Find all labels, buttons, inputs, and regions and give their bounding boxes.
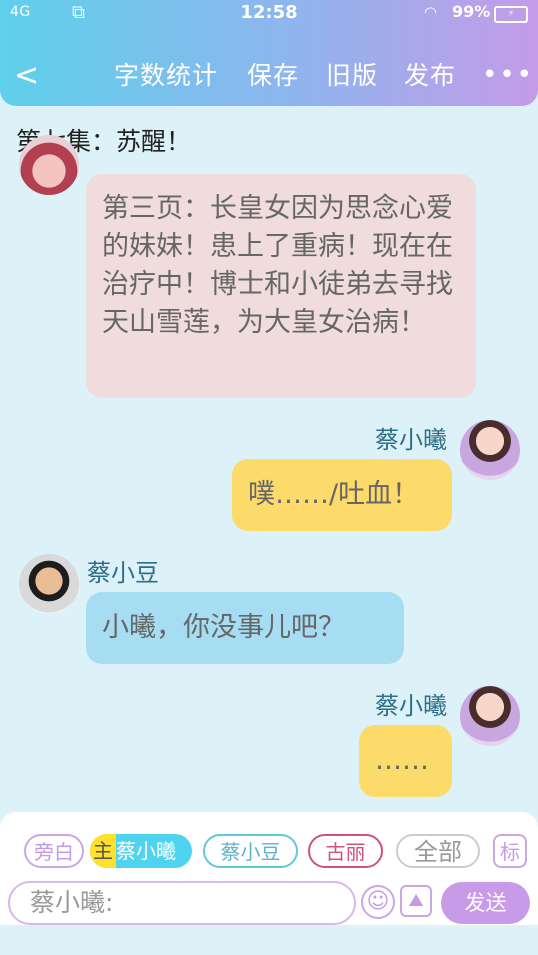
avatar — [460, 686, 520, 746]
message-bubble[interactable]: 第三页：长皇女因为思念心爱的妹妹！患上了重病！现在在治疗中！博士和小徒弟去寻找天… — [86, 174, 476, 398]
publish-button[interactable]: 发布 — [404, 60, 456, 92]
sender-name: 蔡小豆 — [87, 559, 159, 587]
role-guli-button[interactable]: 古丽 — [308, 834, 383, 868]
sender-name: 蔡小曦 — [375, 692, 447, 720]
message-bubble[interactable]: …… — [359, 725, 452, 797]
mark-button[interactable]: 标 — [493, 834, 527, 868]
image-icon[interactable]: ⛰ — [400, 885, 432, 917]
battery-icon: ⚡ — [494, 6, 528, 23]
avatar — [19, 135, 79, 195]
message-bubble[interactable]: 噗……/吐血！ — [232, 459, 452, 531]
status-bar: 4G ⧉ 12:58 ◠ 99% ⚡ — [0, 0, 538, 28]
role-narration-button[interactable]: 旁白 — [24, 834, 84, 868]
role-main-button[interactable]: 主蔡小曦 — [90, 834, 192, 868]
back-button[interactable]: < — [14, 58, 42, 94]
sender-name: 蔡小曦 — [375, 426, 447, 454]
message-input[interactable]: 蔡小曦: — [8, 881, 356, 925]
old-version-button[interactable]: 旧版 — [326, 60, 378, 92]
more-button[interactable]: ••• — [482, 60, 534, 90]
main-role-name: 蔡小曦 — [116, 839, 176, 863]
role-dou-button[interactable]: 蔡小豆 — [203, 834, 298, 868]
main-role-tag: 主 — [90, 834, 116, 868]
avatar — [460, 420, 520, 480]
bottom-strip — [0, 925, 538, 955]
header-bar: 4G ⧉ 12:58 ◠ 99% ⚡ < 字数统计 保存 旧版 发布 ••• — [0, 0, 538, 106]
save-button[interactable]: 保存 — [247, 60, 299, 92]
word-count-button[interactable]: 字数统计 — [114, 60, 218, 92]
wifi-icon: ◠ — [424, 3, 438, 21]
role-all-button[interactable]: 全部 — [396, 834, 480, 868]
avatar — [19, 554, 79, 614]
send-button[interactable]: 发送 — [441, 882, 530, 924]
nav-bar: < 字数统计 保存 旧版 发布 ••• — [0, 50, 538, 102]
message-bubble[interactable]: 小曦，你没事儿吧？ — [86, 592, 404, 664]
battery-percent: 99% — [452, 2, 491, 21]
emoji-icon[interactable]: ☺ — [361, 885, 395, 919]
